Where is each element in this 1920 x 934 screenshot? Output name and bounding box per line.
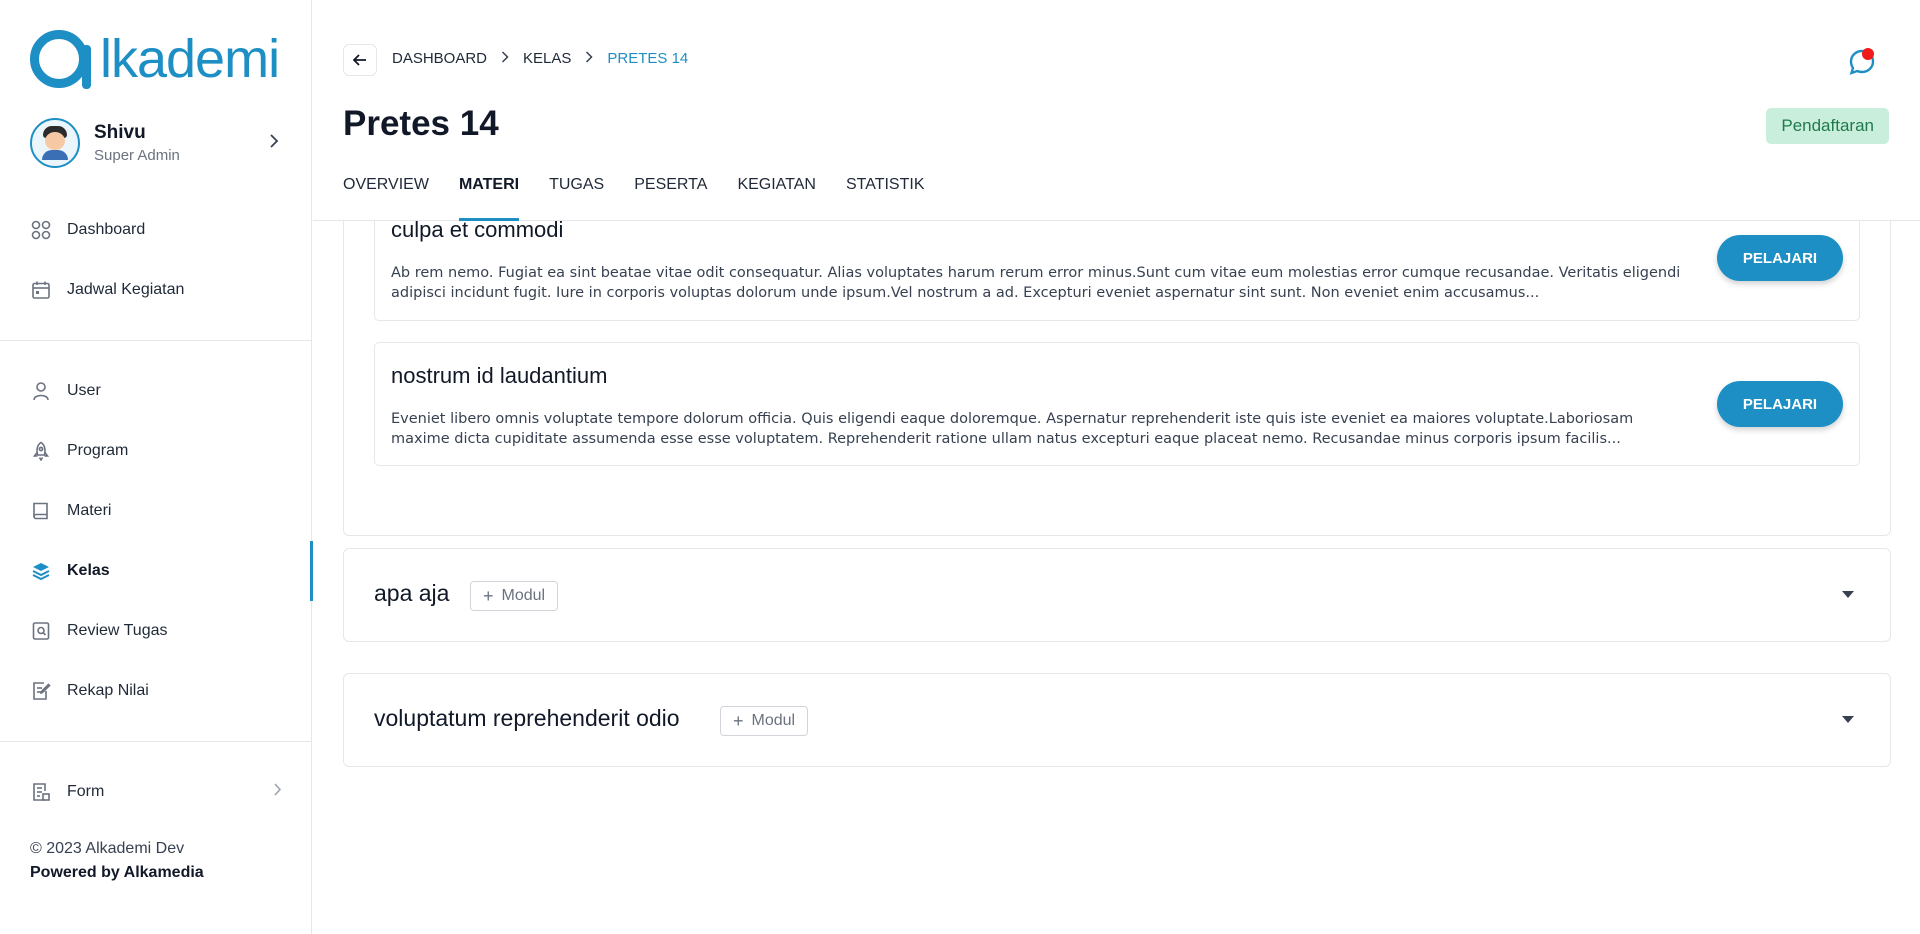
back-button[interactable]: [343, 44, 377, 76]
edit-list-icon: [30, 680, 52, 702]
add-module-label: Modul: [751, 712, 796, 729]
sidebar-item-label: Review Tugas: [67, 622, 168, 639]
sidebar-item-label: Form: [67, 783, 105, 800]
lesson-description: Ab rem nemo. Fugiat ea sint beatae vitae…: [391, 265, 1681, 301]
module-card[interactable]: apa aja + Modul: [343, 548, 1891, 642]
chevron-right-icon[interactable]: [264, 133, 284, 153]
page-header: DASHBOARD KELAS PRETES 14 Pretes 14 Pend…: [313, 0, 1920, 221]
sidebar-form-nav: Form: [0, 762, 312, 822]
tab-statistik[interactable]: STATISTIK: [846, 172, 925, 221]
sidebar-item-label: User: [67, 382, 101, 399]
sidebar-item-jadwal-kegiatan[interactable]: Jadwal Kegiatan: [0, 260, 312, 320]
caret-down-icon[interactable]: [1842, 716, 1854, 723]
sidebar-divider: [0, 340, 312, 341]
tab-kegiatan[interactable]: KEGIATAN: [737, 172, 816, 221]
sidebar-item-kelas[interactable]: Kelas: [0, 541, 313, 601]
sidebar-item-label: Jadwal Kegiatan: [67, 281, 185, 298]
lesson-card: nostrum id laudantium Eveniet libero omn…: [374, 342, 1860, 466]
calendar-icon: [30, 279, 52, 301]
module-title: apa aja: [374, 580, 450, 606]
form-icon: [30, 781, 52, 803]
profile-card[interactable]: Shivu Super Admin: [30, 118, 284, 168]
lesson-title: nostrum id laudantium: [391, 363, 608, 388]
sidebar-footer: © 2023 Alkademi Dev Powered by Alkamedia: [30, 840, 204, 882]
add-module-label: Modul: [501, 587, 546, 604]
sidebar: lkademi Shivu Super Admin Dashboard Jadw…: [0, 0, 313, 934]
breadcrumb: DASHBOARD KELAS PRETES 14: [392, 50, 688, 67]
sidebar-secondary-nav: User Program Materi Kelas Review Tugas R…: [0, 361, 313, 721]
sidebar-item-materi[interactable]: Materi: [0, 481, 312, 541]
sidebar-item-label: Dashboard: [67, 221, 146, 238]
plus-icon: +: [483, 586, 494, 606]
tab-bar: OVERVIEW MATERI TUGAS PESERTA KEGIATAN S…: [343, 172, 955, 221]
sidebar-item-label: Rekap Nilai: [67, 682, 149, 699]
tab-materi[interactable]: MATERI: [458, 172, 520, 221]
add-module-button[interactable]: + Modul: [470, 581, 559, 611]
breadcrumb-dashboard[interactable]: DASHBOARD: [392, 50, 487, 67]
sidebar-item-label: Kelas: [67, 562, 110, 579]
sidebar-item-rekap-nilai[interactable]: Rekap Nilai: [0, 661, 312, 721]
breadcrumb-current: PRETES 14: [607, 50, 689, 67]
module-card[interactable]: voluptatum reprehenderit odio + Modul: [343, 673, 1891, 767]
avatar: [30, 118, 80, 168]
book-icon: [30, 500, 52, 522]
plus-icon: +: [733, 711, 744, 731]
add-module-button[interactable]: + Modul: [720, 706, 809, 736]
sidebar-divider: [0, 741, 312, 742]
layers-icon: [30, 560, 52, 582]
sidebar-item-label: Program: [67, 442, 129, 459]
chevron-right-icon: [273, 783, 282, 801]
sidebar-primary-nav: Dashboard Jadwal Kegiatan: [0, 200, 312, 320]
logo-mark-icon: [30, 30, 91, 89]
dashboard-grid-icon: [30, 219, 52, 241]
sidebar-item-program[interactable]: Program: [0, 421, 312, 481]
main-content: culpa et commodi Ab rem nemo. Fugiat ea …: [313, 221, 1920, 934]
lesson-title: culpa et commodi: [391, 221, 564, 242]
breadcrumb-kelas[interactable]: KELAS: [523, 50, 571, 67]
notification-dot: [1862, 48, 1874, 60]
pelajari-button[interactable]: PELAJARI: [1717, 381, 1843, 427]
profile-role: Super Admin: [94, 147, 180, 164]
lesson-card: culpa et commodi Ab rem nemo. Fugiat ea …: [374, 221, 1860, 321]
tab-tugas[interactable]: TUGAS: [549, 172, 604, 221]
sidebar-item-user[interactable]: User: [0, 361, 312, 421]
sidebar-item-dashboard[interactable]: Dashboard: [0, 200, 312, 260]
review-icon: [30, 620, 52, 642]
tab-overview[interactable]: OVERVIEW: [343, 172, 429, 221]
copyright-text: © 2023 Alkademi Dev: [30, 840, 185, 857]
expanded-module-card: culpa et commodi Ab rem nemo. Fugiat ea …: [343, 221, 1891, 536]
powered-by-text: Powered by Alkamedia: [30, 864, 204, 881]
profile-name: Shivu: [94, 122, 146, 143]
sidebar-item-review-tugas[interactable]: Review Tugas: [0, 601, 312, 661]
rocket-icon: [30, 440, 52, 462]
page-title: Pretes 14: [343, 104, 499, 143]
pelajari-button[interactable]: PELAJARI: [1717, 235, 1843, 281]
sidebar-item-label: Materi: [67, 502, 112, 519]
status-badge: Pendaftaran: [1766, 108, 1889, 144]
user-icon: [30, 380, 52, 402]
logo-text: lkademi: [100, 29, 280, 89]
lesson-description: Eveniet libero omnis voluptate tempore d…: [391, 411, 1634, 447]
arrow-left-icon: [353, 54, 366, 66]
alkademi-logo[interactable]: lkademi: [30, 28, 280, 90]
caret-down-icon[interactable]: [1842, 591, 1854, 598]
chevron-right-icon: [501, 51, 509, 66]
chevron-right-icon: [585, 51, 593, 66]
module-title: voluptatum reprehenderit odio: [374, 705, 680, 731]
tab-peserta[interactable]: PESERTA: [634, 172, 707, 221]
sidebar-item-form[interactable]: Form: [0, 762, 312, 822]
